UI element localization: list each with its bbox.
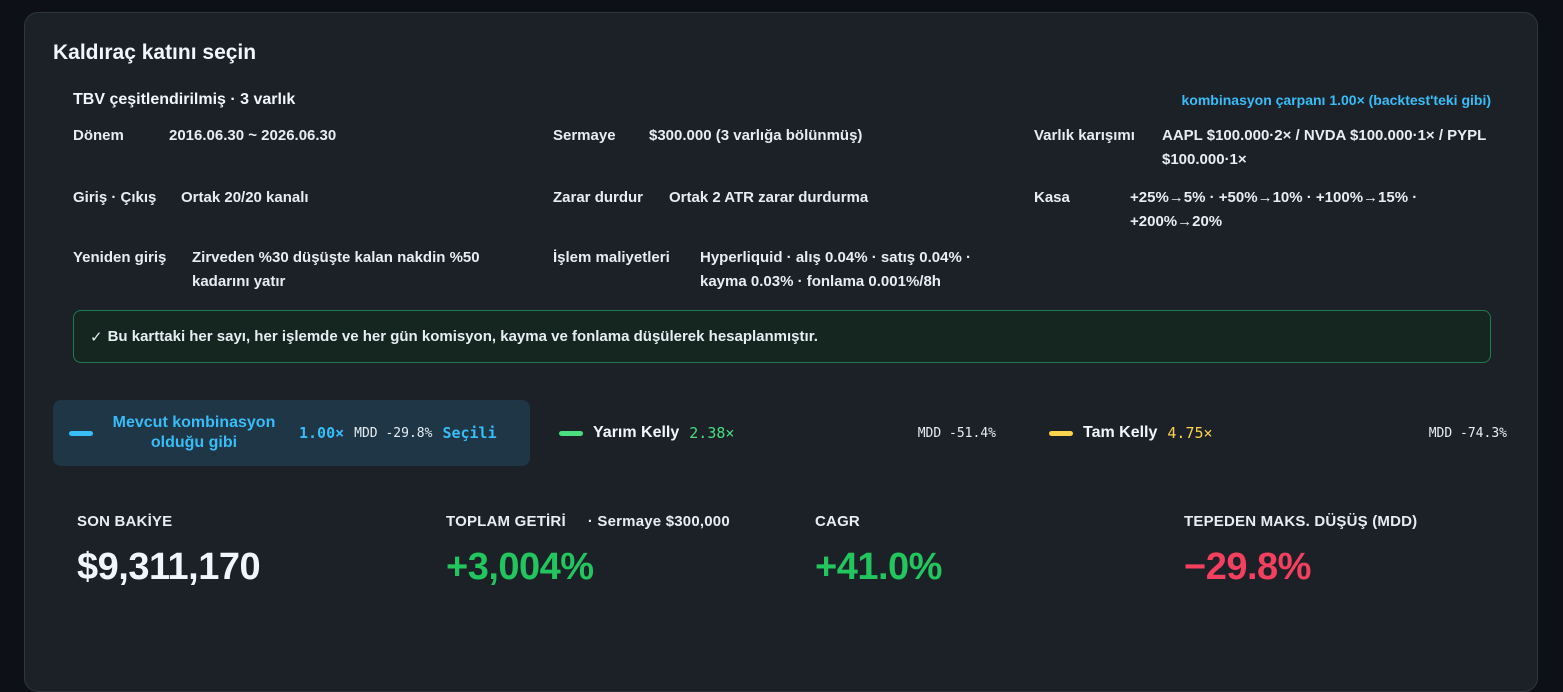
field-value: $300.000 (3 varlığa bölünmüş) — [649, 127, 863, 144]
leverage-options: Mevcut kombinasyon olduğu gibi 1.00× MDD… — [53, 400, 1519, 466]
strategy-header: TBV çeşitlendirilmiş · 3 varlık kombinas… — [73, 91, 1491, 109]
metric-sublabel: · Sermaye $300,000 — [587, 513, 730, 530]
metric-value: −29.8% — [1184, 546, 1311, 588]
option-mdd: MDD -29.8% — [354, 425, 433, 441]
option-multiplier: 2.38× — [689, 424, 735, 442]
leverage-card: Kaldıraç katını seçin TBV çeşitlendirilm… — [24, 12, 1538, 692]
metric-value: +41.0% — [815, 546, 942, 588]
field-label: Zarar durdur — [553, 189, 644, 206]
option-half-kelly[interactable]: Yarım Kelly 2.38× MDD -51.4% — [543, 400, 1020, 466]
field-value: Zirveden %30 düşüşte kalan nakdin %50 ka… — [192, 249, 480, 290]
selected-badge: Seçili — [442, 424, 497, 442]
notice-text: Bu karttaki her sayı, her işlemde ve her… — [107, 328, 818, 345]
metric-final-balance: SON BAKİYE $9,311,170 — [77, 513, 261, 589]
metric-total-return: TOPLAM GETİRİ · Sermaye $300,000 +3,004% — [446, 513, 730, 589]
field-capital: Sermaye $300.000 (3 varlığa bölünmüş) — [553, 124, 862, 148]
option-multiplier: 4.75× — [1167, 424, 1213, 442]
option-current-combination[interactable]: Mevcut kombinasyon olduğu gibi 1.00× MDD… — [53, 400, 530, 466]
metric-max-drawdown: TEPEDEN MAKS. DÜŞÜŞ (MDD) −29.8% — [1184, 513, 1417, 589]
field-trading-costs: İşlem maliyetleri Hyperliquid · alış 0.0… — [553, 246, 1023, 294]
field-label: Varlık karışımı — [1034, 127, 1135, 144]
metric-label: CAGR — [815, 513, 860, 530]
field-entry-exit: Giriş · Çıkış Ortak 20/20 kanalı — [73, 186, 309, 210]
field-value: Ortak 2 ATR zarar durdurma — [669, 189, 869, 206]
option-full-kelly[interactable]: Tam Kelly 4.75× MDD -74.3% — [1033, 400, 1523, 466]
option-multiplier: 1.00× — [299, 424, 345, 442]
metric-label: SON BAKİYE — [77, 513, 173, 530]
field-label: Giriş · Çıkış — [73, 189, 157, 206]
card-title: Kaldıraç katını seçin — [53, 41, 257, 64]
metric-label-text: TOPLAM GETİRİ — [446, 513, 566, 530]
series-color-swatch — [69, 430, 93, 436]
metric-value: +3,004% — [446, 546, 594, 588]
option-mdd: MDD -74.3% — [1428, 425, 1507, 441]
option-name: Mevcut kombinasyon olduğu gibi — [112, 414, 276, 451]
field-stop-loss: Zarar durdur Ortak 2 ATR zarar durdurma — [553, 186, 868, 210]
field-vault: Kasa +25%→5% · +50%→10% · +100%→15% · +2… — [1034, 186, 1494, 234]
option-mdd: MDD -51.4% — [917, 425, 996, 441]
field-label: Sermaye — [553, 127, 616, 144]
combo-multiplier-note: kombinasyon çarpanı 1.00× (backtest'teki… — [1181, 92, 1492, 108]
metric-value: $9,311,170 — [77, 546, 261, 588]
field-value: AAPL $100.000·2× / NVDA $100.000·1× / PY… — [1162, 127, 1487, 168]
option-name: Tam Kelly — [1083, 424, 1158, 441]
field-period: Dönem 2016.06.30 ~ 2026.06.30 — [73, 124, 336, 148]
field-label: Kasa — [1034, 189, 1070, 206]
check-icon: ✓ — [90, 328, 103, 346]
option-name: Yarım Kelly — [593, 424, 680, 441]
fees-notice: ✓ Bu karttaki her sayı, her işlemde ve h… — [73, 310, 1491, 363]
metric-label: TOPLAM GETİRİ · Sermaye $300,000 — [446, 513, 730, 530]
field-label: Dönem — [73, 127, 124, 144]
strategy-name: TBV çeşitlendirilmiş · 3 varlık — [73, 91, 296, 108]
series-color-swatch — [559, 430, 583, 436]
field-value: Ortak 20/20 kanalı — [181, 189, 309, 206]
field-asset-mix: Varlık karışımı AAPL $100.000·2× / NVDA … — [1034, 124, 1494, 172]
field-value: 2016.06.30 ~ 2026.06.30 — [169, 127, 337, 144]
field-value: +25%→5% · +50%→10% · +100%→15% · +200%→2… — [1130, 189, 1418, 230]
field-reentry: Yeniden giriş Zirveden %30 düşüşte kalan… — [73, 246, 543, 294]
field-value: Hyperliquid · alış 0.04% · satış 0.04% ·… — [700, 249, 971, 290]
metric-cagr: CAGR +41.0% — [815, 513, 942, 589]
field-label: İşlem maliyetleri — [553, 249, 670, 266]
series-color-swatch — [1049, 430, 1073, 436]
field-label: Yeniden giriş — [73, 249, 167, 266]
metric-label: TEPEDEN MAKS. DÜŞÜŞ (MDD) — [1184, 513, 1418, 530]
